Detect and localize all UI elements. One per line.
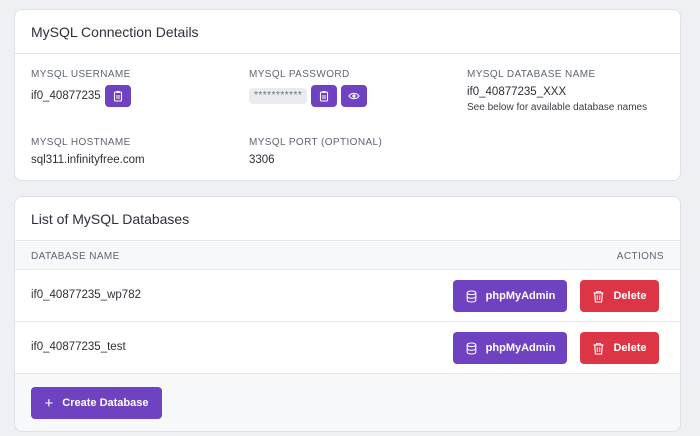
password-label: MySQL Password: [249, 69, 350, 80]
phpmyadmin-label: phpMyAdmin: [485, 342, 556, 354]
database-name-note: See below for available database names: [467, 102, 648, 113]
copy-username-button[interactable]: [104, 85, 131, 107]
port-label: MySQL Port (Optional): [249, 137, 383, 148]
create-database-button[interactable]: + Create Database: [31, 387, 162, 419]
port-value: 3306: [249, 154, 275, 166]
trash-icon: [593, 342, 604, 355]
clipboard-icon: [320, 91, 329, 102]
connection-details-title: MySQL Connection Details: [15, 10, 680, 54]
database-name-cell: if0_40877235_wp782: [31, 289, 141, 301]
password-field: MySQL Password ***********: [249, 69, 368, 107]
table-header: DATABASE NAME ACTIONS: [15, 242, 680, 270]
create-database-label: Create Database: [62, 397, 149, 409]
trash-icon: [593, 290, 604, 303]
card-footer: + Create Database: [15, 374, 680, 431]
table-row: if0_40877235_test phpMyAdmin Delete: [15, 322, 680, 374]
username-label: MySQL Username: [31, 69, 131, 80]
username-value: if0_40877235: [31, 90, 101, 102]
database-icon: [466, 341, 477, 355]
hostname-value: sql311.infinityfree.com: [31, 154, 145, 166]
database-name-field: MySQL Database Name if0_40877235_XXX See…: [467, 69, 647, 113]
eye-icon: [348, 92, 360, 100]
database-name-value: if0_40877235_XXX: [467, 86, 567, 98]
phpmyadmin-button[interactable]: phpMyAdmin: [453, 332, 567, 364]
delete-label: Delete: [613, 342, 647, 354]
plus-icon: +: [44, 394, 54, 412]
column-header-actions: ACTIONS: [616, 251, 664, 262]
copy-password-button[interactable]: [311, 85, 338, 107]
phpmyadmin-button[interactable]: phpMyAdmin: [453, 280, 567, 312]
table-row: if0_40877235_wp782 phpMyAdmin Delete: [15, 270, 680, 322]
port-field: MySQL Port (Optional) 3306: [249, 137, 382, 166]
database-name-label: MySQL Database Name: [467, 69, 596, 80]
phpmyadmin-label: phpMyAdmin: [485, 290, 556, 302]
delete-button[interactable]: Delete: [580, 280, 659, 312]
connection-details-card: MySQL Connection Details MySQL Username …: [14, 9, 681, 181]
database-name-cell: if0_40877235_test: [31, 341, 126, 353]
password-mask: ***********: [249, 88, 308, 104]
hostname-label: MySQL Hostname: [31, 137, 131, 148]
clipboard-icon: [113, 91, 122, 102]
hostname-field: MySQL Hostname sql311.infinityfree.com: [31, 137, 145, 166]
database-list-card: List of MySQL Databases DATABASE NAME AC…: [14, 196, 681, 432]
delete-button[interactable]: Delete: [580, 332, 659, 364]
username-field: MySQL Username if0_40877235: [31, 69, 131, 107]
column-header-name: DATABASE NAME: [31, 251, 120, 262]
show-password-button[interactable]: [341, 85, 368, 107]
database-list-title: List of MySQL Databases: [15, 197, 680, 241]
delete-label: Delete: [613, 290, 647, 302]
database-icon: [466, 289, 477, 303]
